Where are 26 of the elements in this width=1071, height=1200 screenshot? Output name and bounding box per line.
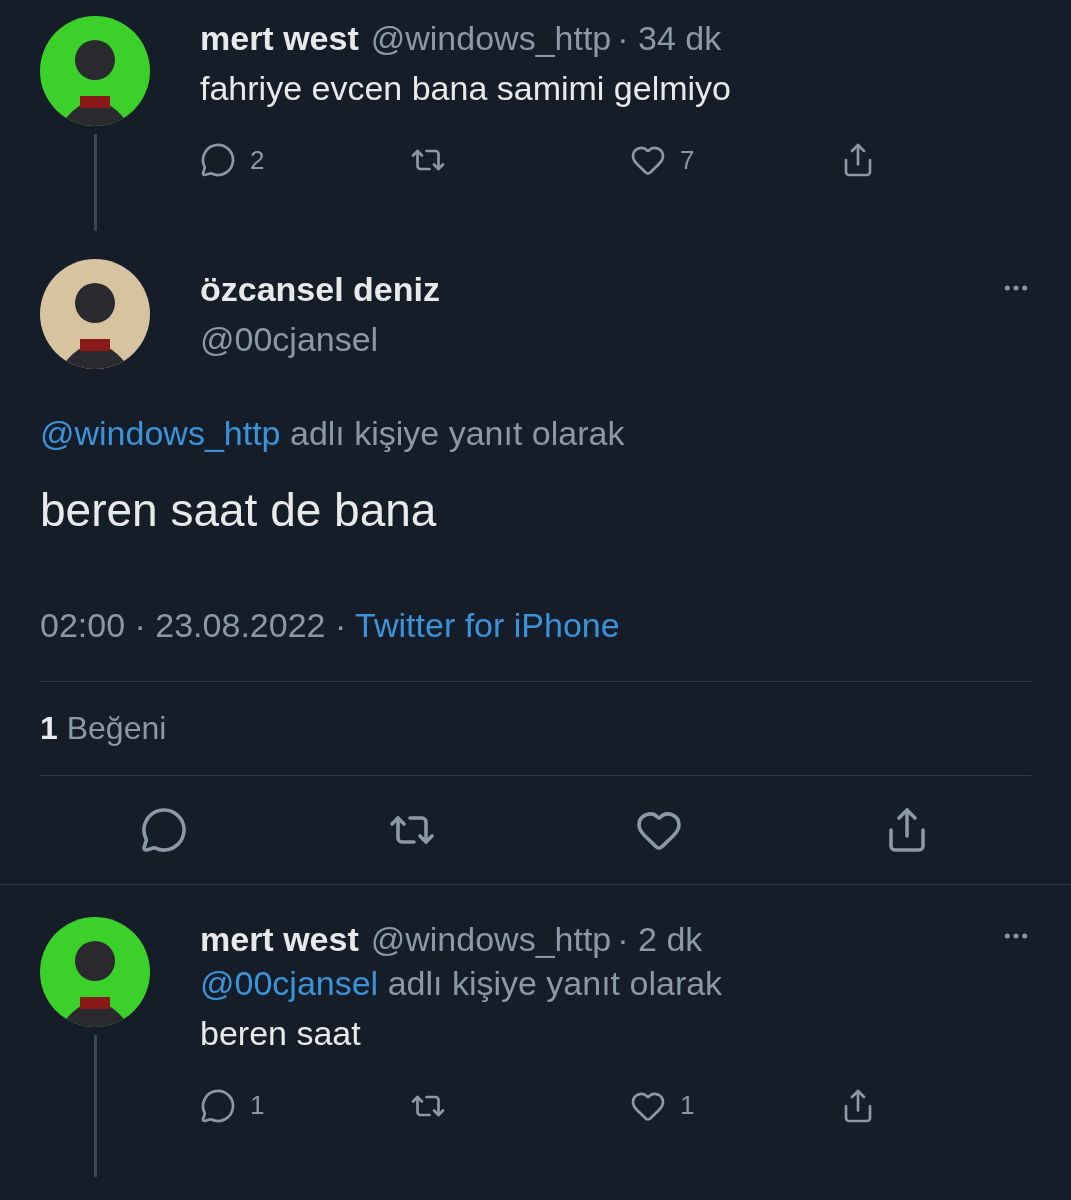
mention-link[interactable]: @00cjansel [200, 964, 379, 1003]
mention-link[interactable]: @windows_http [40, 414, 281, 452]
author-handle: @00cjansel [200, 319, 380, 360]
tweet-time: · 34 dk [617, 18, 722, 59]
tweet-text: beren saat [200, 1013, 362, 1055]
action-count: 2 [250, 144, 265, 176]
author-handle: @windows_http [370, 919, 612, 961]
reply-icon[interactable] [200, 142, 236, 179]
source-link[interactable]: Twitter for iPhone [355, 606, 620, 644]
like-count: 1 [40, 710, 58, 747]
tweet-text: beren saat de bana [40, 483, 438, 539]
action-count: 1 [680, 1090, 695, 1122]
tweet-time: · 2 dk [617, 919, 703, 961]
tweet-text: fahriye evcen bana samimi gelmiyo [200, 68, 733, 109]
likes-label[interactable]: Beğeni [66, 710, 167, 747]
author-handle: @windows_http [370, 18, 612, 59]
action-count: 1 [250, 1090, 265, 1122]
tweet-timestamp: 02:00 · 23.08.2022 · [40, 606, 347, 644]
author-name[interactable]: özcansel deniz [200, 267, 440, 311]
reply-icon[interactable] [200, 1087, 236, 1124]
author-name[interactable]: mert west [200, 917, 359, 962]
author-name[interactable]: mert west [200, 16, 359, 60]
reply-context: @windows_http adlı kişiye yanıt olarak [40, 413, 626, 454]
reply-icon[interactable] [139, 806, 188, 855]
reply-context: @00cjansel adlı kişiye yanıt olarak [200, 963, 724, 1005]
action-count: 7 [680, 144, 695, 176]
